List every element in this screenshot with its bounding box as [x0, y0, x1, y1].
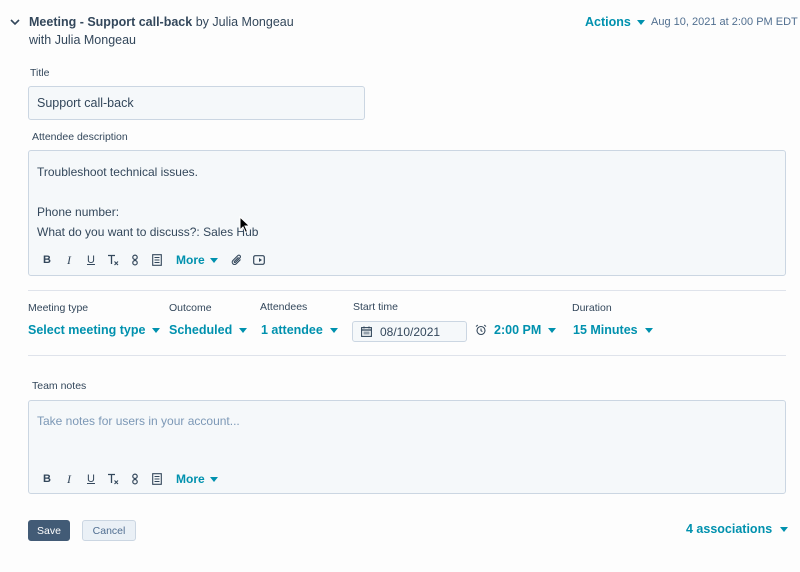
caret-down-icon — [239, 327, 248, 333]
video-icon — [252, 255, 265, 265]
attendee-description-editor[interactable]: Troubleshoot technical issues. Phone num… — [28, 150, 786, 276]
caret-down-icon — [152, 327, 161, 333]
caret-down-icon — [636, 19, 645, 25]
document-button[interactable] — [146, 471, 168, 487]
document-button[interactable] — [146, 252, 168, 268]
description-toolbar: B I U More — [36, 252, 270, 268]
attendees-value: 1 attendee — [261, 323, 323, 337]
snippet-button[interactable] — [124, 471, 146, 487]
notes-toolbar: B I U More — [36, 471, 218, 487]
section-divider — [28, 290, 786, 291]
italic-button[interactable]: I — [58, 252, 80, 268]
mouse-cursor-icon — [239, 216, 251, 234]
caret-down-icon — [329, 327, 338, 333]
start-time-dropdown[interactable]: 2:00 PM — [494, 323, 557, 337]
start-time-label: Start time — [353, 301, 398, 313]
start-time-value: 2:00 PM — [494, 323, 542, 337]
meeting-type-dropdown[interactable]: Select meeting type — [28, 323, 161, 337]
more-label: More — [176, 253, 205, 267]
caret-down-icon — [548, 327, 557, 333]
clear-format-button[interactable] — [102, 471, 124, 487]
document-icon — [152, 473, 162, 485]
section-divider — [28, 355, 786, 356]
paperclip-icon — [231, 254, 241, 265]
more-label: More — [176, 472, 205, 486]
activity-timestamp: Aug 10, 2021 at 2:00 PM EDT — [651, 16, 798, 28]
caret-down-icon — [209, 476, 218, 482]
description-line: What do you want to discuss?: Sales Hub — [37, 225, 259, 239]
team-notes-editor[interactable]: Take notes for users in your account... … — [28, 400, 786, 494]
clear-format-icon — [108, 254, 119, 266]
alarm-clock-icon — [475, 324, 487, 336]
chevron-down-icon[interactable] — [9, 16, 21, 28]
more-dropdown[interactable]: More — [176, 253, 218, 267]
caret-down-icon — [780, 526, 789, 532]
start-date-input[interactable]: 08/10/2021 — [352, 321, 467, 342]
more-dropdown[interactable]: More — [176, 472, 218, 486]
save-button[interactable]: Save — [28, 520, 70, 541]
associations-label: 4 associations — [686, 522, 773, 536]
clear-format-icon — [108, 473, 119, 485]
title-label: Title — [30, 67, 50, 79]
attendees-label: Attendees — [260, 301, 308, 313]
team-notes-label: Team notes — [32, 380, 87, 392]
attendee-description-label: Attendee description — [32, 131, 128, 143]
activity-title-owner: by Julia Mongeau — [192, 15, 294, 29]
duration-value: 15 Minutes — [573, 323, 638, 337]
start-date-value: 08/10/2021 — [380, 324, 441, 339]
meeting-type-label: Meeting type — [28, 302, 89, 314]
duration-dropdown[interactable]: 15 Minutes — [573, 323, 653, 337]
snippet-icon — [132, 473, 138, 485]
actions-dropdown[interactable]: Actions — [585, 15, 645, 29]
attach-button[interactable] — [226, 252, 248, 268]
team-notes-placeholder: Take notes for users in your account... — [37, 414, 240, 428]
caret-down-icon — [209, 257, 218, 263]
activity-title-bold: Meeting - Support call-back — [29, 15, 193, 29]
duration-label: Duration — [572, 302, 612, 314]
description-line: Troubleshoot technical issues. — [37, 165, 198, 179]
attendees-dropdown[interactable]: 1 attendee — [261, 323, 338, 337]
bold-button[interactable]: B — [36, 471, 58, 487]
meeting-type-value: Select meeting type — [28, 323, 146, 337]
title-input[interactable] — [28, 86, 365, 120]
activity-subtitle: with Julia Mongeau — [29, 33, 137, 47]
outcome-dropdown[interactable]: Scheduled — [169, 323, 248, 337]
document-icon — [152, 254, 162, 266]
underline-button[interactable]: U — [80, 252, 102, 268]
video-button[interactable] — [248, 252, 270, 268]
underline-button[interactable]: U — [80, 471, 102, 487]
italic-button[interactable]: I — [58, 471, 80, 487]
snippet-button[interactable] — [124, 252, 146, 268]
cancel-button[interactable]: Cancel — [82, 520, 136, 541]
associations-dropdown[interactable]: 4 associations — [686, 522, 789, 536]
description-line: Phone number: — [37, 205, 120, 219]
actions-label: Actions — [585, 15, 631, 29]
activity-title: Meeting - Support call-back by Julia Mon… — [29, 15, 294, 29]
outcome-label: Outcome — [169, 302, 212, 314]
calendar-icon — [361, 326, 372, 337]
outcome-value: Scheduled — [169, 323, 233, 337]
clear-format-button[interactable] — [102, 252, 124, 268]
snippet-icon — [132, 254, 138, 266]
bold-button[interactable]: B — [36, 252, 58, 268]
caret-down-icon — [644, 327, 653, 333]
